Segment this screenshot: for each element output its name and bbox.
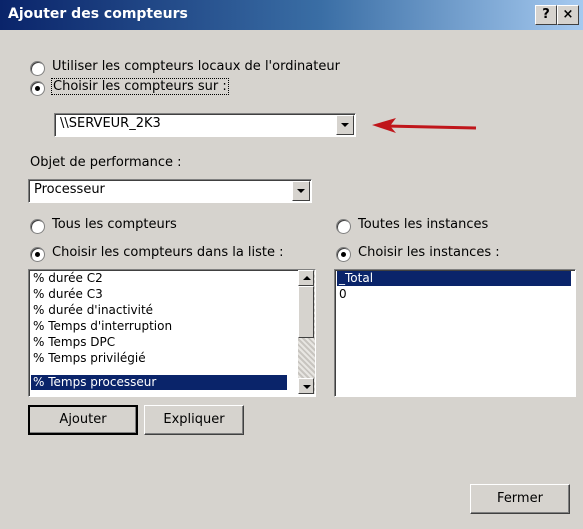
- window-title: Ajouter des compteurs: [8, 6, 188, 22]
- list-item[interactable]: 0: [337, 287, 349, 302]
- list-item-selected[interactable]: % Temps processeur: [31, 375, 287, 390]
- chevron-down-icon: [303, 385, 311, 389]
- list-item[interactable]: % Temps DPC: [31, 335, 117, 350]
- help-button[interactable]: ?: [535, 5, 557, 25]
- list-item[interactable]: % Temps d'interruption: [31, 319, 174, 334]
- arrow-shaft: [385, 124, 477, 130]
- scroll-down-button[interactable]: [298, 378, 314, 394]
- list-item[interactable]: % durée d'inactivité: [31, 303, 155, 318]
- red-arrow-annotation: [372, 118, 477, 133]
- chevron-down-icon[interactable]: [336, 115, 354, 135]
- counters-listbox[interactable]: % durée C2 % durée C3 % durée d'inactivi…: [28, 269, 316, 397]
- radio-instances-list-label: Choisir les instances :: [358, 245, 500, 260]
- list-item-selected[interactable]: _Total: [337, 271, 571, 286]
- radio-all-counters[interactable]: [30, 219, 45, 234]
- radio-all-counters-label: Tous les compteurs: [52, 217, 177, 232]
- performance-object-value: Processeur: [34, 182, 105, 197]
- counters-scrollbar[interactable]: [298, 270, 315, 394]
- radio-local-counters[interactable]: [30, 61, 45, 76]
- radio-all-instances-label: Toutes les instances: [358, 217, 489, 232]
- instances-listbox[interactable]: _Total 0: [334, 269, 576, 397]
- list-item[interactable]: % durée C3: [31, 287, 105, 302]
- close-button[interactable]: Fermer: [470, 484, 570, 514]
- performance-object-combobox[interactable]: Processeur: [28, 179, 312, 203]
- title-bar: Ajouter des compteurs ? ×: [0, 0, 583, 30]
- computer-value: \\SERVEUR_2K3: [60, 116, 161, 131]
- radio-remote-counters-label: Choisir les compteurs sur :: [51, 78, 229, 95]
- radio-counters-list[interactable]: [30, 247, 45, 262]
- performance-object-label: Objet de performance :: [30, 155, 182, 170]
- scroll-thumb[interactable]: [298, 286, 314, 338]
- radio-local-counters-label: Utiliser les compteurs locaux de l'ordin…: [52, 59, 340, 74]
- radio-counters-list-label: Choisir les compteurs dans la liste :: [52, 245, 284, 260]
- radio-remote-counters[interactable]: [30, 81, 45, 96]
- radio-instances-list[interactable]: [336, 247, 351, 262]
- chevron-up-icon: [303, 276, 311, 280]
- close-icon[interactable]: ×: [557, 5, 579, 25]
- computer-combobox[interactable]: \\SERVEUR_2K3: [54, 113, 356, 137]
- chevron-down-icon[interactable]: [292, 181, 310, 201]
- list-item[interactable]: % Temps privilégié: [31, 351, 148, 366]
- list-item[interactable]: % durée C2: [31, 271, 105, 286]
- explain-button[interactable]: Expliquer: [144, 405, 244, 435]
- add-button[interactable]: Ajouter: [28, 405, 138, 435]
- radio-all-instances[interactable]: [336, 219, 351, 234]
- scroll-up-button[interactable]: [298, 270, 314, 286]
